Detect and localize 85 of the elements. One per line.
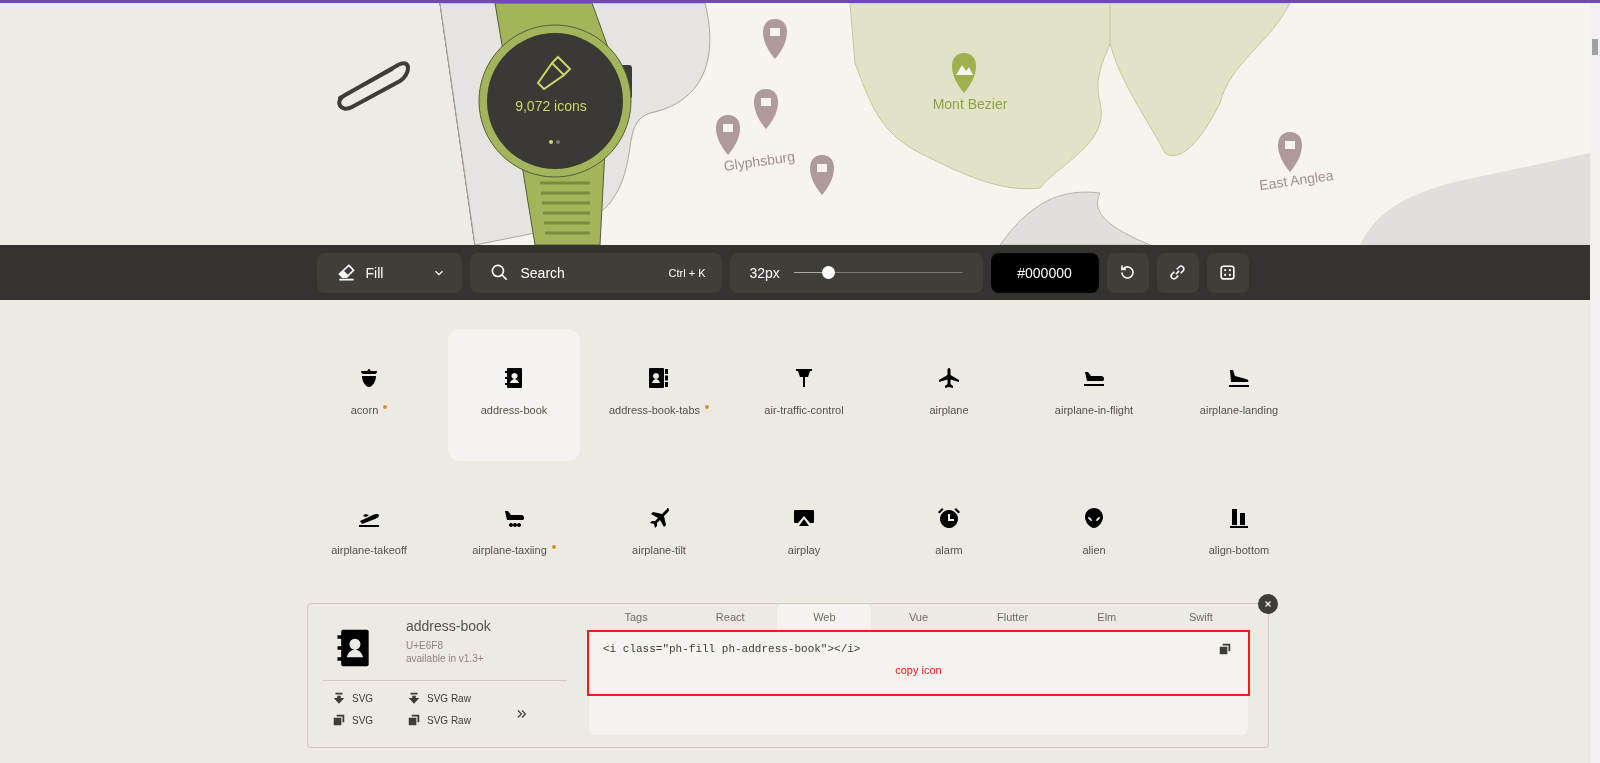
copy-svg-button[interactable]: SVG Raw: [407, 711, 497, 729]
icon-tile[interactable]: alarm: [883, 469, 1015, 601]
place-label: East Anglea: [1258, 166, 1335, 194]
search-bar[interactable]: Search Ctrl + K: [469, 252, 722, 293]
icon-tile[interactable]: airplane: [883, 329, 1015, 461]
icon-name: airplane-taxiing: [472, 544, 547, 556]
code-tab[interactable]: Tags: [589, 604, 684, 630]
code-snippet: <i class="ph-fill ph-address-book"></i>: [603, 643, 862, 655]
map-pin-icon: [952, 53, 976, 93]
download-icon: [407, 691, 421, 705]
scrollbar-thumb[interactable]: [1592, 39, 1598, 55]
double-chevron-icon: [515, 707, 529, 721]
download-svg-button[interactable]: SVG: [332, 689, 407, 707]
icon-title: address-book: [406, 618, 491, 634]
icon-tile[interactable]: address-book-tabs: [593, 329, 725, 461]
icon-tile[interactable]: airplane-tilt: [593, 469, 725, 601]
map-pin-icon: [754, 89, 778, 129]
download-svg-button[interactable]: SVG Raw: [407, 689, 497, 707]
icon-tile[interactable]: alien: [1028, 469, 1160, 601]
reset-icon: [1118, 263, 1137, 282]
pen-nib-icon: [537, 55, 572, 90]
color-field[interactable]: #000000: [990, 252, 1099, 293]
map-pin-icon: [810, 155, 834, 195]
code-tab[interactable]: Web: [777, 604, 872, 630]
place-label: Glyphsburg: [722, 148, 796, 174]
code-tab[interactable]: Vue: [871, 604, 966, 630]
icon-name: alarm: [935, 544, 963, 556]
icon-tile[interactable]: air-traffic-control: [738, 329, 870, 461]
paperclip-icon: [337, 61, 410, 111]
search-field[interactable]: Search: [518, 263, 659, 282]
download-icon: [332, 691, 346, 705]
shortcut-hint: Ctrl + K: [668, 266, 706, 279]
copy-icon: [332, 713, 346, 727]
icon-name: airplane-in-flight: [1054, 404, 1134, 416]
icon-name: address-book: [480, 404, 548, 416]
reset-button[interactable]: [1106, 252, 1149, 293]
icon-tile[interactable]: airplane-takeoff: [303, 469, 435, 601]
annotation-label: copy icon: [895, 664, 942, 676]
icon-name: airplay: [787, 544, 821, 556]
icon-tile[interactable]: acorn: [303, 329, 435, 461]
icon-name: align-bottom: [1208, 544, 1270, 556]
icon-name: airplane: [929, 404, 969, 416]
code-tab[interactable]: Flutter: [965, 604, 1060, 630]
icon-tile[interactable]: airplay: [738, 469, 870, 601]
size-label: 32px: [749, 264, 780, 281]
scrollbar[interactable]: [1590, 3, 1600, 763]
close-button[interactable]: [1258, 594, 1278, 614]
map-pin-icon: [1278, 132, 1302, 172]
glyph-icon: [1227, 506, 1251, 530]
glyph-icon: [937, 506, 961, 530]
icon-tile[interactable]: address-book: [448, 329, 580, 461]
copy-icon: [407, 713, 421, 727]
copy-svg-button[interactable]: SVG: [332, 711, 407, 729]
version-label: available in v1.3+: [406, 652, 485, 665]
icon-name: airplane-tilt: [632, 544, 686, 556]
map-pin-icon: [716, 115, 740, 155]
eraser-icon: [336, 263, 356, 282]
code-tab[interactable]: Elm: [1059, 604, 1154, 630]
copy-icon: [1218, 642, 1232, 656]
watch-label: 9,072 icons: [515, 98, 587, 114]
glyph-icon: [647, 366, 671, 390]
unicode-label: U+E6F8: [406, 639, 444, 652]
glyph-icon: [937, 366, 961, 390]
icon-name: alien: [1082, 544, 1106, 556]
icon-tile[interactable]: airplane-taxiing: [448, 469, 580, 601]
code-tab[interactable]: Swift: [1153, 604, 1248, 630]
icon-name: airplane-takeoff: [331, 544, 407, 556]
icon-tile[interactable]: align-bottom: [1173, 469, 1305, 601]
map-pin-icon: [763, 19, 787, 59]
icon-tile[interactable]: airplane-landing: [1173, 329, 1305, 461]
weight-dropdown[interactable]: Fill: [316, 252, 462, 293]
dice-icon: [1218, 263, 1237, 282]
icon-name: address-book-tabs: [608, 404, 701, 416]
random-button[interactable]: [1206, 252, 1249, 293]
glyph-icon: [1082, 506, 1106, 530]
icon-name: acorn: [350, 404, 379, 416]
icon-tile[interactable]: airplane-in-flight: [1028, 329, 1160, 461]
code-tab[interactable]: React: [683, 604, 778, 630]
search-icon: [489, 263, 509, 282]
icon-name: air-traffic-control: [764, 404, 844, 416]
place-label: Mont Bezier: [932, 96, 1008, 112]
icon-name: airplane-landing: [1199, 404, 1279, 416]
slider-thumb[interactable]: [821, 266, 835, 279]
link-icon: [1168, 263, 1187, 282]
link-button[interactable]: [1156, 252, 1199, 293]
